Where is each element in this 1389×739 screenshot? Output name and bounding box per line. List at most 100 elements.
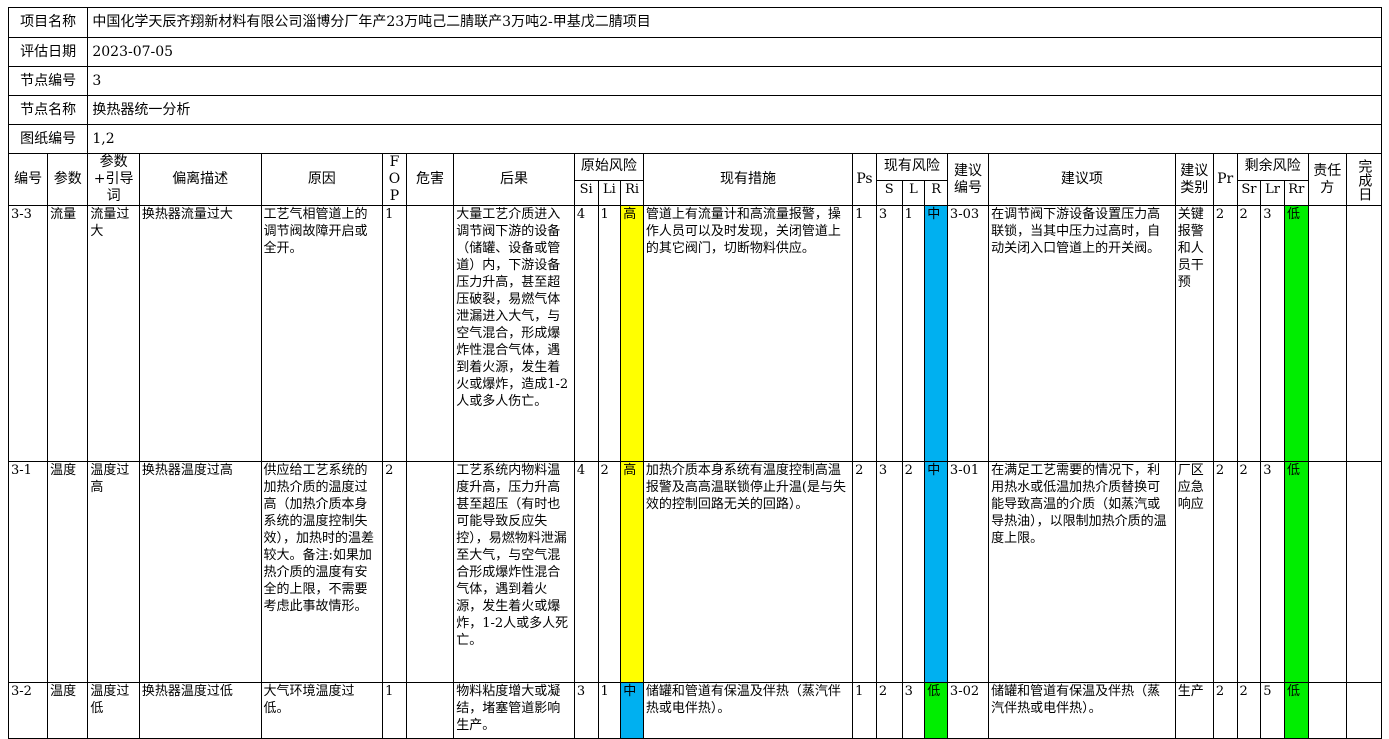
col-header: 建议类别 [1174,153,1214,206]
cause: 工艺气相管道上的调节阀故障开启或全开。 [260,205,384,462]
cause: 大气环境温度过低。 [260,682,384,739]
guide-word: 温度过高 [87,461,140,683]
fop: 2 [382,461,407,683]
deviation: 换热器温度过低 [138,682,262,739]
si: 4 [573,205,599,462]
rr-badge: 低 [1283,682,1309,739]
consequence: 物料粘度增大或凝结，堵塞管道影响生产。 [453,682,575,739]
recommendation: 在满足工艺需要的情况下，利用热水或低温加热介质替换可能导致高温的介质（如蒸汽或导… [988,461,1176,683]
l: 3 [901,682,926,739]
info-label: 项目名称 [7,7,89,38]
rec-number: 3-01 [946,461,990,683]
done-date [1345,682,1383,739]
recommendation: 在调节阀下游设备设置压力高联锁，当其中压力过高时，自动关闭入口管道上的开关阀。 [988,205,1176,462]
measures: 储罐和管道有保温及伴热（蒸汽伴热或电伴热）。 [642,682,854,739]
s: 2 [875,682,903,739]
col-header: Si [573,179,599,207]
guide-word: 流量过大 [87,205,140,462]
header-row: 编号 参数 参数+引导词 偏离描述 原因 FOP 危害 后果 原始风险 现有措施… [7,153,1383,206]
fop: 1 [382,205,407,462]
rr-badge: 低 [1283,461,1309,683]
col-header: Lr [1260,179,1285,207]
table-row: 3-3 流量 流量过大 换热器流量过大 工艺气相管道上的调节阀故障开启或全开。 … [7,205,1383,462]
col-header: 原因 [260,153,384,206]
row-number: 3-1 [7,461,49,683]
lr: 3 [1260,461,1285,683]
r-badge: 中 [924,205,948,462]
lr: 5 [1260,682,1285,739]
lr: 3 [1260,205,1285,462]
measures: 管道上有流量计和高流量报警，操作人员可以及时发现，关闭管道上的其它阀门，切断物料… [642,205,854,462]
col-header: Li [597,179,622,207]
col-header: 剩余风险 [1236,153,1309,181]
col-header: 现有措施 [642,153,854,206]
owner [1307,205,1347,462]
consequence: 工艺系统内物料温度升高，压力升高甚至超压（有时也可能导致反应失控），易燃物料泄漏… [453,461,575,683]
param: 流量 [47,205,89,462]
s: 3 [875,461,903,683]
r-badge: 低 [924,682,948,739]
row-number: 3-3 [7,205,49,462]
node-number: 3 [87,66,1382,96]
owner [1307,682,1347,739]
drawing-number: 1,2 [87,124,1382,154]
col-header: 危害 [405,153,455,206]
col-header: 建议编号 [946,153,990,206]
deviation: 换热器流量过大 [138,205,262,462]
info-row-date: 评估日期 2023-07-05 [7,37,1382,67]
ri-badge: 高 [620,205,644,462]
ps: 1 [852,682,877,739]
sr: 2 [1236,205,1262,462]
rec-number: 3-02 [946,682,990,739]
col-header: 完成日 [1345,153,1383,206]
done-date [1345,461,1383,683]
col-header: 编号 [7,153,49,206]
rec-number: 3-03 [946,205,990,462]
owner [1307,461,1347,683]
sr: 2 [1236,461,1262,683]
col-header: FOP [382,153,407,206]
rec-type: 关键报警和人员干预 [1174,205,1214,462]
deviation: 换热器温度过高 [138,461,262,683]
info-label: 节点名称 [7,95,89,125]
fop: 1 [382,682,407,739]
col-header: R [924,179,948,207]
si: 3 [573,682,599,739]
si: 4 [573,461,599,683]
cause: 供应给工艺系统的加热介质的温度过高（加热介质本身系统的温度控制失效），加热时的温… [260,461,384,683]
rec-type: 生产 [1174,682,1214,739]
info-row-drawing: 图纸编号 1,2 [7,124,1382,154]
col-header: Ri [620,179,644,207]
pr: 2 [1212,461,1238,683]
col-header: Sr [1236,179,1262,207]
col-header: 原始风险 [573,153,644,181]
col-header: L [901,179,926,207]
col-header: 建议项 [988,153,1176,206]
col-header: 现有风险 [875,153,948,181]
param: 温度 [47,461,89,683]
col-header: Rr [1283,179,1309,207]
done-date [1345,205,1383,462]
param: 温度 [47,682,89,739]
rr-badge: 低 [1283,205,1309,462]
info-row-project: 项目名称 中国化学天辰齐翔新材料有限公司淄博分厂年产23万吨己二腈联产3万吨2-… [7,7,1382,38]
hazard [405,682,455,739]
guide-word: 温度过低 [87,682,140,739]
pr: 2 [1212,682,1238,739]
col-header: 参数 [47,153,89,206]
info-row-node-no: 节点编号 3 [7,66,1382,96]
col-header: S [875,179,903,207]
li: 1 [597,682,622,739]
r-badge: 中 [924,461,948,683]
project-name: 中国化学天辰齐翔新材料有限公司淄博分厂年产23万吨己二腈联产3万吨2-甲基戊二腈… [87,7,1382,38]
sr: 2 [1236,682,1262,739]
table-row: 3-2 温度 温度过低 换热器温度过低 大气环境温度过低。 1 物料粘度增大或凝… [7,682,1383,739]
info-row-node-name: 节点名称 换热器统一分析 [7,95,1382,125]
recommendation: 储罐和管道有保温及伴热（蒸汽伴热或电伴热）。 [988,682,1176,739]
info-label: 评估日期 [7,37,89,67]
col-header: 后果 [453,153,575,206]
ri-badge: 中 [620,682,644,739]
ps: 1 [852,205,877,462]
ri-badge: 高 [620,461,644,683]
row-number: 3-2 [7,682,49,739]
